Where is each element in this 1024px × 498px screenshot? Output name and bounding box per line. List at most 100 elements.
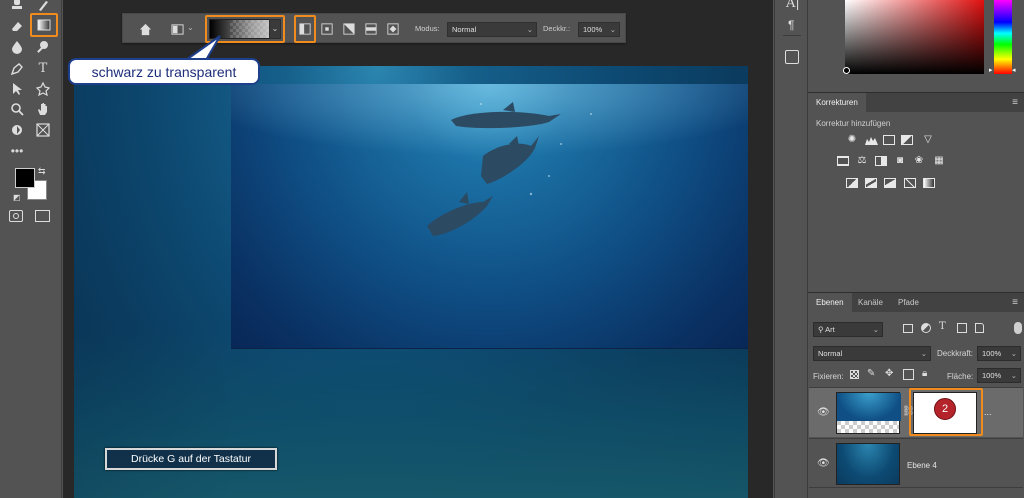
color-balance-icon[interactable]: ⚖ xyxy=(855,155,869,166)
brightness-icon[interactable]: ✺ xyxy=(845,134,859,145)
character-panel-icon[interactable]: A| xyxy=(786,0,800,11)
threshold-icon[interactable] xyxy=(883,177,897,188)
fill-value: 100% xyxy=(982,371,1002,380)
filter-smart-object-icon[interactable] xyxy=(975,323,984,333)
hand-icon[interactable] xyxy=(34,100,52,118)
tab-pfade[interactable]: Pfade xyxy=(890,293,927,313)
panel-menu-icon[interactable]: ≡ xyxy=(1012,297,1018,308)
custom-shape-icon[interactable] xyxy=(34,80,52,98)
layer-thumbnail-photo xyxy=(837,393,901,421)
opacity-input[interactable]: 100% ⌄ xyxy=(578,22,620,37)
dolphins-image xyxy=(231,84,748,236)
color-picker-cursor[interactable] xyxy=(843,67,850,74)
gradient-fade-overlay xyxy=(74,66,231,498)
hue-saturation-icon[interactable] xyxy=(836,155,850,166)
layer-row[interactable]: 👁︎ Ebene 4 xyxy=(809,438,1023,488)
layer-opacity-label: Deckkraft: xyxy=(937,349,974,358)
layer-blend-mode-select[interactable]: Normal ⌄ xyxy=(813,346,931,361)
invert-icon[interactable] xyxy=(845,177,859,188)
color-picker-field[interactable] xyxy=(845,0,984,74)
tab-kanaele[interactable]: Kanäle xyxy=(850,293,891,313)
eraser-icon[interactable] xyxy=(8,17,26,35)
tab-korrekturen[interactable]: Korrekturen xyxy=(808,93,866,113)
zoom-icon[interactable] xyxy=(8,100,26,118)
chevron-down-icon: ⌄ xyxy=(920,349,927,358)
magnify-dodge-icon[interactable] xyxy=(34,38,52,56)
layers-panel-header: Ebenen Kanäle Pfade ≡ xyxy=(808,292,1024,313)
brush-icon[interactable] xyxy=(34,0,52,14)
path-select-icon[interactable] xyxy=(8,80,26,98)
chevron-down-icon: ⌄ xyxy=(1010,371,1017,380)
lock-artboard-icon[interactable] xyxy=(903,369,914,380)
linear-gradient-icon[interactable] xyxy=(297,21,313,37)
selective-color-icon[interactable] xyxy=(903,177,917,188)
layer-thumbnail xyxy=(836,392,901,434)
layer-name-ellipsis: ... xyxy=(984,407,992,417)
quick-mask-icon[interactable] xyxy=(9,210,23,222)
channel-mixer-icon[interactable]: ❀ xyxy=(912,155,926,166)
stamp-icon[interactable] xyxy=(8,0,26,14)
keyboard-hint-label: Drücke G auf der Tastatur xyxy=(105,448,277,470)
reflected-gradient-icon[interactable] xyxy=(363,21,379,37)
filter-toggle[interactable] xyxy=(1014,322,1022,334)
color-lookup-icon[interactable]: ▦ xyxy=(932,155,946,166)
fill-input[interactable]: 100% ⌄ xyxy=(977,368,1021,383)
gradient-map-icon[interactable] xyxy=(922,177,936,188)
paragraph-icon[interactable]: ¶ xyxy=(788,18,794,32)
diamond-gradient-icon[interactable] xyxy=(385,21,401,37)
swap-colors-icon[interactable]: ⇆ xyxy=(38,166,46,177)
hue-slider-handle-icon[interactable]: ▸ xyxy=(989,66,993,74)
levels-icon[interactable] xyxy=(864,134,878,145)
filter-shape-icon[interactable] xyxy=(957,323,967,333)
filter-type-icon[interactable]: T xyxy=(939,321,946,332)
lock-paint-icon[interactable]: ✎ xyxy=(867,368,875,379)
vibrance-icon[interactable]: ▽ xyxy=(921,134,935,145)
libraries-icon[interactable] xyxy=(785,50,799,64)
eye-icon[interactable]: 👁︎ xyxy=(817,458,830,469)
pen-icon[interactable] xyxy=(8,60,26,78)
chevron-down-icon: ⌄ xyxy=(526,25,533,34)
lock-position-icon[interactable]: ✥ xyxy=(885,368,893,379)
default-colors-icon[interactable]: ◩ xyxy=(13,193,21,202)
layer-opacity-value: 100% xyxy=(982,349,1002,358)
gradient-icon[interactable] xyxy=(35,16,53,34)
dolphin-photo-layer[interactable] xyxy=(231,84,748,349)
tab-ebenen[interactable]: Ebenen xyxy=(808,293,852,313)
exposure-icon[interactable] xyxy=(900,134,914,145)
chevron-down-icon: ⌄ xyxy=(1010,349,1017,358)
chevron-down-icon[interactable]: ⌄ xyxy=(187,23,194,32)
panel-menu-icon[interactable]: ≡ xyxy=(1012,97,1018,108)
lock-all-icon[interactable]: 🔒︎ xyxy=(922,368,927,379)
eye-icon[interactable]: 👁︎ xyxy=(817,407,830,418)
rotate-view-icon[interactable] xyxy=(8,121,26,139)
drop-icon[interactable] xyxy=(8,38,26,56)
opacity-label: Deckkr.: xyxy=(543,24,571,33)
photo-filter-icon[interactable]: ◙ xyxy=(893,155,907,166)
lock-transparency-icon[interactable] xyxy=(850,370,859,379)
filter-adjustment-icon[interactable] xyxy=(921,323,931,333)
layer-filter-value: Art xyxy=(825,325,835,334)
posterize-icon[interactable] xyxy=(864,177,878,188)
layer-filter-select[interactable]: ⚲ Art ⌄ xyxy=(813,322,883,337)
filter-pixel-icon[interactable] xyxy=(903,324,913,333)
layer-opacity-input[interactable]: 100% ⌄ xyxy=(977,346,1021,361)
home-icon[interactable] xyxy=(137,21,153,37)
frame-icon[interactable] xyxy=(34,121,52,139)
angle-gradient-icon[interactable] xyxy=(341,21,357,37)
screen-mode-icon[interactable] xyxy=(35,210,50,222)
black-white-icon[interactable] xyxy=(874,155,888,166)
type-icon[interactable]: T xyxy=(34,59,52,77)
hue-slider-handle-right-icon: ◂ xyxy=(1012,67,1016,74)
layer-thumbnail xyxy=(836,443,900,485)
hue-slider[interactable] xyxy=(994,0,1012,74)
tooltip-bubble: schwarz zu transparent xyxy=(68,58,260,85)
fill-label: Fläche: xyxy=(947,372,974,381)
curves-icon[interactable] xyxy=(882,134,896,145)
divider xyxy=(783,35,801,36)
more-icon[interactable]: ••• xyxy=(8,142,26,160)
panel-dock-strip: A| ¶ xyxy=(774,0,808,498)
radial-gradient-icon[interactable] xyxy=(319,21,335,37)
blend-mode-select[interactable]: Normal ⌄ xyxy=(447,22,537,37)
chevron-down-icon: ⌄ xyxy=(609,25,616,34)
blend-mode-value: Normal xyxy=(452,25,477,34)
